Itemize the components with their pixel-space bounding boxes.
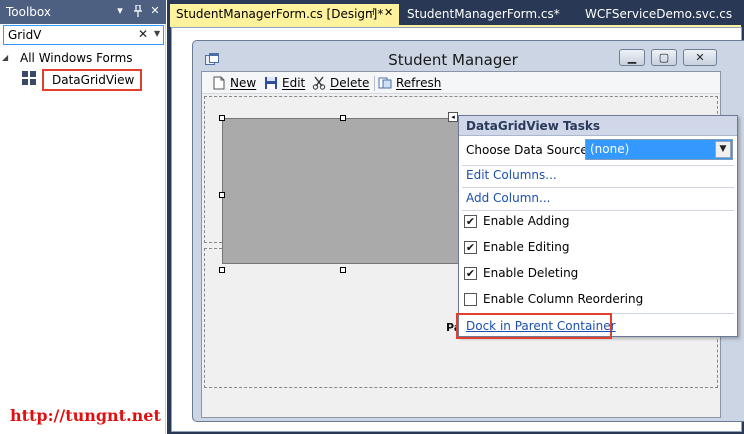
pin-icon[interactable] bbox=[131, 3, 145, 19]
checkbox[interactable]: ✔ bbox=[464, 241, 477, 254]
minimize-button[interactable]: ▁ bbox=[619, 49, 645, 66]
edit-label: Edit bbox=[282, 76, 306, 90]
checkbox[interactable]: ✔ bbox=[464, 267, 477, 280]
divider bbox=[462, 187, 734, 188]
tasks-title: DataGridView Tasks bbox=[466, 119, 600, 133]
tab-label: StudentManagerForm.cs* bbox=[407, 7, 560, 21]
tab-strip: StudentManagerForm.cs [Design]* ⊣ ✕ Stud… bbox=[167, 0, 744, 27]
enable-deleting-option[interactable]: ✔ Enable Deleting bbox=[464, 265, 734, 283]
tree-group-all-windows-forms[interactable]: ◢ All Windows Forms bbox=[2, 50, 162, 68]
dock-in-parent-container-link[interactable]: Dock in Parent Container bbox=[466, 319, 616, 333]
tab-label: StudentManagerForm.cs [Design]* bbox=[176, 7, 384, 21]
smart-tag-glyph[interactable]: ◂ bbox=[448, 112, 458, 122]
refresh-icon bbox=[378, 77, 392, 89]
datagridview-tasks-panel: DataGridView Tasks Choose Data Source: (… bbox=[456, 115, 738, 339]
save-disk-icon bbox=[265, 77, 277, 89]
option-label: Enable Deleting bbox=[483, 266, 579, 280]
toolbox-panel: Toolbox ▾ ✕ GridV ✕ ▼ ◢ All Windows Form… bbox=[0, 0, 166, 434]
tab-code[interactable]: StudentManagerForm.cs* bbox=[401, 4, 571, 26]
new-label: New bbox=[230, 76, 257, 90]
resize-handle-n[interactable] bbox=[340, 115, 346, 121]
resize-handle-s[interactable] bbox=[340, 267, 346, 273]
toolbox-item-label: DataGridView bbox=[52, 73, 135, 87]
option-label: Enable Column Reordering bbox=[483, 292, 644, 306]
close-button[interactable]: ✕ bbox=[683, 49, 717, 66]
tree-group-label: All Windows Forms bbox=[20, 51, 133, 65]
delete-button[interactable]: Delete bbox=[312, 75, 374, 93]
tasks-header: DataGridView Tasks bbox=[459, 116, 737, 136]
expand-arrow-icon[interactable]: ◢ bbox=[2, 53, 8, 62]
toolbox-title: Toolbox bbox=[6, 5, 51, 19]
enable-column-reordering-option[interactable]: Enable Column Reordering bbox=[464, 291, 734, 309]
refresh-label: Refresh bbox=[396, 76, 442, 90]
new-button[interactable]: New bbox=[212, 75, 264, 93]
close-icon: ✕ bbox=[695, 51, 705, 64]
highlight-box: DataGridView bbox=[42, 69, 142, 91]
add-column-link[interactable]: Add Column... bbox=[466, 191, 550, 205]
enable-editing-option[interactable]: ✔ Enable Editing bbox=[464, 239, 734, 257]
chevron-down-icon[interactable]: ▼ bbox=[715, 141, 731, 158]
checkbox[interactable]: ✔ bbox=[464, 215, 477, 228]
option-label: Enable Editing bbox=[483, 240, 570, 254]
tab-close-icon[interactable]: ✕ bbox=[384, 6, 393, 19]
toolbox-search-input[interactable]: GridV ✕ ▼ bbox=[3, 25, 164, 45]
toolstrip-separator bbox=[374, 76, 375, 91]
new-document-icon bbox=[213, 76, 225, 90]
datagridview-control[interactable] bbox=[222, 118, 460, 264]
divider bbox=[462, 210, 734, 211]
data-source-label: Choose Data Source: bbox=[466, 143, 592, 157]
resize-handle-nw[interactable] bbox=[219, 115, 225, 121]
search-value: GridV bbox=[8, 28, 42, 42]
enable-adding-option[interactable]: ✔ Enable Adding bbox=[464, 213, 734, 231]
resize-handle-w[interactable] bbox=[219, 192, 225, 198]
option-label: Enable Adding bbox=[483, 214, 570, 228]
toolbox-item-datagridview[interactable]: DataGridView bbox=[20, 69, 144, 91]
dropdown-icon[interactable]: ▾ bbox=[113, 3, 127, 19]
tab-label: WCFServiceDemo.svc.cs bbox=[585, 7, 733, 21]
tab-designer[interactable]: StudentManagerForm.cs [Design]* ⊣ ✕ bbox=[170, 4, 399, 26]
tab-service[interactable]: WCFServiceDemo.svc.cs bbox=[579, 4, 741, 26]
watermark-url: http://tungnt.net bbox=[10, 406, 161, 425]
checkbox[interactable] bbox=[464, 293, 477, 306]
maximize-icon: ▢ bbox=[658, 51, 670, 64]
minimize-icon: ▁ bbox=[627, 51, 637, 64]
datagridview-icon bbox=[22, 71, 36, 85]
close-icon[interactable]: ✕ bbox=[148, 3, 162, 19]
toolbox-header: Toolbox ▾ ✕ bbox=[0, 0, 166, 24]
delete-label: Delete bbox=[330, 76, 370, 90]
data-source-combobox[interactable]: (none) ▼ bbox=[585, 139, 733, 160]
search-dropdown-icon[interactable]: ▼ bbox=[154, 29, 160, 38]
resize-handle-sw[interactable] bbox=[219, 267, 225, 273]
edit-columns-link[interactable]: Edit Columns... bbox=[466, 168, 557, 182]
maximize-button[interactable]: ▢ bbox=[651, 49, 677, 66]
edit-button[interactable]: Edit bbox=[264, 75, 312, 93]
scissors-icon bbox=[312, 76, 326, 90]
data-source-value: (none) bbox=[590, 142, 630, 156]
refresh-button[interactable]: Refresh bbox=[378, 75, 448, 93]
tab-pin-icon[interactable]: ⊣ bbox=[366, 7, 375, 18]
divider bbox=[462, 165, 734, 166]
toolstrip: New Edit Delete Refresh bbox=[202, 72, 720, 94]
clear-search-icon[interactable]: ✕ bbox=[138, 27, 148, 41]
